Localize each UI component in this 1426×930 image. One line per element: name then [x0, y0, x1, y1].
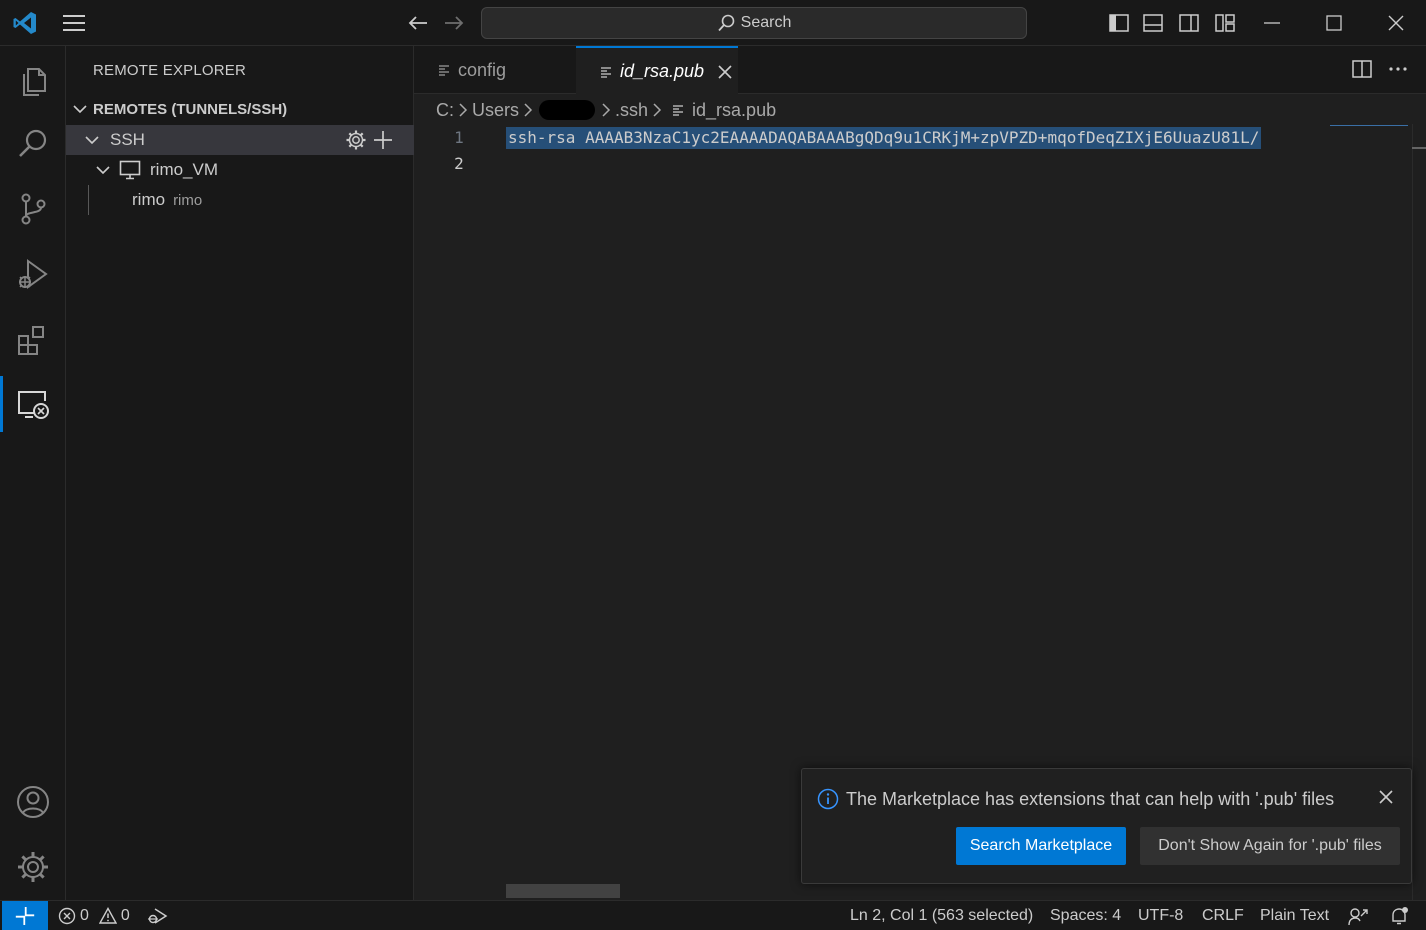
activity-bar: [0, 46, 66, 900]
tab-label: id_rsa.pub: [620, 61, 705, 81]
remote-explorer-sidebar: REMOTE EXPLORER REMOTES (TUNNELS/SSH) SS…: [66, 46, 414, 900]
search-icon: [717, 14, 735, 32]
search-label: Search: [740, 14, 792, 31]
breadcrumb-file[interactable]: id_rsa.pub: [692, 100, 776, 121]
customize-layout-icon[interactable]: [1212, 9, 1238, 37]
end-of-line[interactable]: CRLF: [1202, 901, 1244, 930]
tree-item-ssh[interactable]: SSH: [66, 125, 414, 155]
editor-tab-bar: config id_rsa.pub: [414, 46, 1426, 95]
toggle-secondary-sidebar-icon[interactable]: [1176, 9, 1202, 37]
manage-gear-icon[interactable]: [0, 837, 66, 897]
host-label: rimo_VM: [150, 160, 219, 179]
line-number: 1: [454, 128, 464, 147]
file-lines-icon: [672, 104, 684, 116]
close-icon[interactable]: [1382, 9, 1410, 37]
command-center-search[interactable]: Search: [481, 7, 1027, 39]
toggle-panel-icon[interactable]: [1140, 9, 1166, 37]
tab-label: config: [458, 59, 507, 80]
breadcrumb-users[interactable]: Users: [472, 100, 519, 121]
maximize-icon[interactable]: [1320, 9, 1348, 37]
remote-connect-icon: [15, 907, 35, 925]
forward-arrow-icon[interactable]: [440, 9, 468, 37]
tab-config[interactable]: config: [414, 46, 576, 94]
monitor-icon: [119, 160, 141, 180]
more-actions-icon[interactable]: [1386, 57, 1410, 81]
chevron-right-icon: [458, 103, 468, 117]
breadcrumb-ssh[interactable]: .ssh: [615, 100, 648, 121]
remote-explorer-icon[interactable]: [0, 374, 66, 434]
chevron-down-icon: [70, 99, 90, 119]
indentation-setting[interactable]: Spaces: 4: [1050, 901, 1121, 930]
notification-message: The Marketplace has extensions that can …: [846, 789, 1335, 809]
info-icon: [817, 788, 839, 810]
scrollbar-marker: [1412, 147, 1426, 149]
remote-indicator-button[interactable]: [2, 901, 48, 930]
folder-label: rimo: [132, 190, 166, 209]
feedback-icon[interactable]: [1348, 901, 1368, 930]
breadcrumb: C: Users .ssh id_rsa.pub: [414, 96, 1426, 124]
toggle-primary-sidebar-icon[interactable]: [1106, 9, 1132, 37]
remotes-section-label: REMOTES (TUNNELS/SSH): [93, 100, 288, 118]
line-number-current: 2: [454, 154, 464, 173]
configure-gear-icon[interactable]: [345, 129, 367, 151]
remotes-section-header[interactable]: REMOTES (TUNNELS/SSH): [66, 96, 414, 122]
back-arrow-icon[interactable]: [404, 9, 432, 37]
status-bar: 0 0 Ln 2, Col 1 (563 selected) Spaces: 4…: [0, 900, 1426, 930]
chevron-down-icon: [82, 130, 102, 150]
menu-icon[interactable]: [58, 9, 90, 37]
problems-indicator[interactable]: 0 0: [58, 901, 130, 930]
file-lines-icon: [600, 66, 612, 78]
vertical-scrollbar[interactable]: [1412, 124, 1426, 900]
chevron-right-icon: [601, 103, 611, 117]
warning-count: 0: [120, 907, 130, 924]
warning-icon: [98, 907, 117, 925]
chevron-right-icon: [652, 103, 662, 117]
split-editor-icon[interactable]: [1350, 57, 1374, 81]
tree-item-rimo-folder[interactable]: rimo rimo: [66, 185, 414, 215]
horizontal-scrollbar-thumb[interactable]: [506, 884, 620, 898]
overflow-line-indicator: [1330, 125, 1408, 126]
file-encoding[interactable]: UTF-8: [1138, 901, 1183, 930]
explorer-icon[interactable]: [0, 49, 66, 109]
notifications-bell-icon[interactable]: [1389, 901, 1409, 930]
debug-icon[interactable]: [146, 901, 168, 930]
sidebar-title: REMOTE EXPLORER: [93, 62, 247, 79]
tab-id-rsa-pub[interactable]: id_rsa.pub: [576, 46, 738, 95]
error-count: 0: [80, 907, 89, 924]
dont-show-again-button[interactable]: Don't Show Again for '.pub' files: [1140, 827, 1400, 865]
folder-description: rimo: [173, 191, 203, 209]
language-mode[interactable]: Plain Text: [1260, 901, 1329, 930]
vscode-logo-icon: [10, 9, 40, 37]
cursor-position[interactable]: Ln 2, Col 1 (563 selected): [850, 901, 1033, 930]
chevron-right-icon: [523, 103, 533, 117]
ssh-label: SSH: [110, 130, 145, 149]
file-lines-icon: [438, 64, 450, 76]
close-notification-icon[interactable]: [1378, 789, 1394, 805]
close-tab-icon[interactable]: [718, 64, 732, 79]
add-new-remote-icon[interactable]: [372, 129, 394, 151]
error-icon: [58, 907, 76, 925]
search-marketplace-button[interactable]: Search Marketplace: [956, 827, 1126, 865]
notification-toast: The Marketplace has extensions that can …: [801, 768, 1412, 884]
code-line-1-selected[interactable]: ssh-rsa AAAAB3NzaC1yc2EAAAADAQABAAABgQDq…: [506, 127, 1262, 149]
chevron-down-icon: [93, 160, 113, 180]
search-icon[interactable]: [0, 114, 66, 174]
accounts-icon[interactable]: [0, 772, 66, 832]
title-bar: Search: [0, 0, 1426, 46]
source-control-icon[interactable]: [0, 179, 66, 239]
tree-item-rimo-vm[interactable]: rimo_VM: [66, 155, 414, 185]
run-debug-icon[interactable]: [0, 244, 66, 304]
redacted-username: [539, 100, 596, 120]
extensions-icon[interactable]: [0, 309, 66, 369]
minimize-icon[interactable]: [1258, 9, 1286, 37]
breadcrumb-drive[interactable]: C:: [436, 100, 454, 121]
